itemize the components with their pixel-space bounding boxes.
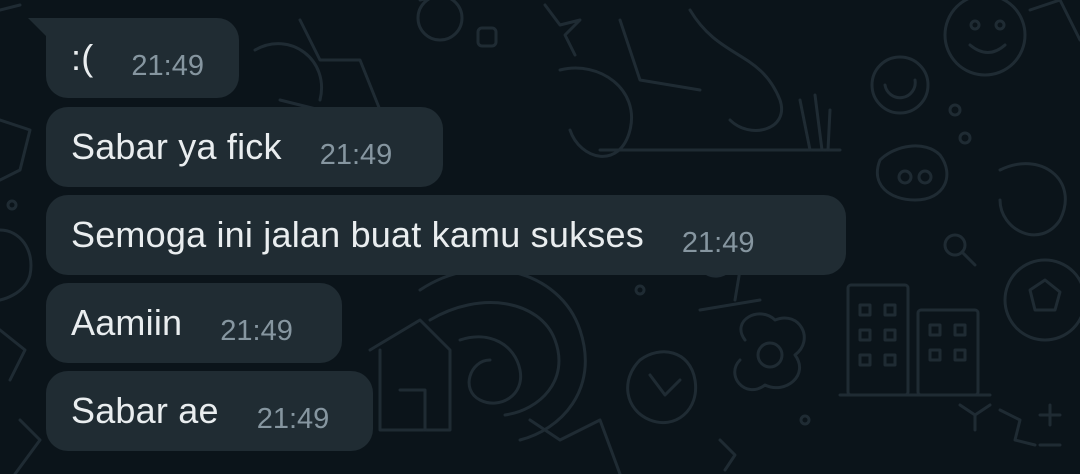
chat-area[interactable]: :( 21:49 Sabar ya fick 21:49 Semoga ini … bbox=[0, 0, 1080, 474]
message-text: :( bbox=[71, 37, 94, 78]
message-bubble[interactable]: Sabar ya fick 21:49 bbox=[46, 107, 443, 187]
message-text: Sabar ae bbox=[71, 390, 219, 431]
message-timestamp: 21:49 bbox=[220, 314, 293, 347]
message-timestamp: 21:49 bbox=[131, 49, 204, 82]
message-timestamp: 21:49 bbox=[256, 402, 330, 435]
message-bubble[interactable]: Sabar ae 21:49 bbox=[46, 371, 373, 451]
message-timestamp: 21:49 bbox=[681, 226, 755, 259]
message-text: Sabar ya fick bbox=[71, 126, 282, 167]
message-bubble[interactable]: :( 21:49 bbox=[46, 18, 239, 98]
message-tail bbox=[28, 18, 48, 38]
message-text: Semoga ini jalan buat kamu sukses bbox=[71, 214, 644, 255]
message-timestamp: 21:49 bbox=[319, 138, 393, 171]
message-bubble[interactable]: Aamiin 21:49 bbox=[46, 283, 342, 363]
message-text: Aamiin bbox=[71, 302, 183, 343]
message-bubble[interactable]: Semoga ini jalan buat kamu sukses 21:49 bbox=[46, 195, 846, 275]
